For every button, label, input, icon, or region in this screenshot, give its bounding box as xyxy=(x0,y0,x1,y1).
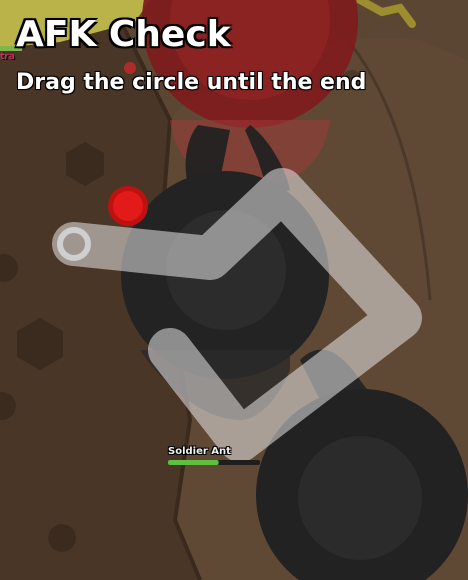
game-viewport: AFK Check Drag the circle until the end … xyxy=(0,0,468,580)
rock-round xyxy=(48,524,76,552)
afk-check-title: AFK Check xyxy=(16,14,231,55)
afk-instruction: Drag the circle until the end xyxy=(16,70,367,95)
mob-name-label: Soldier Ant xyxy=(168,446,231,457)
afk-drag-handle[interactable] xyxy=(108,186,148,226)
mob-health-bar xyxy=(168,460,260,465)
offscreen-mob-label: tra xyxy=(0,52,15,62)
